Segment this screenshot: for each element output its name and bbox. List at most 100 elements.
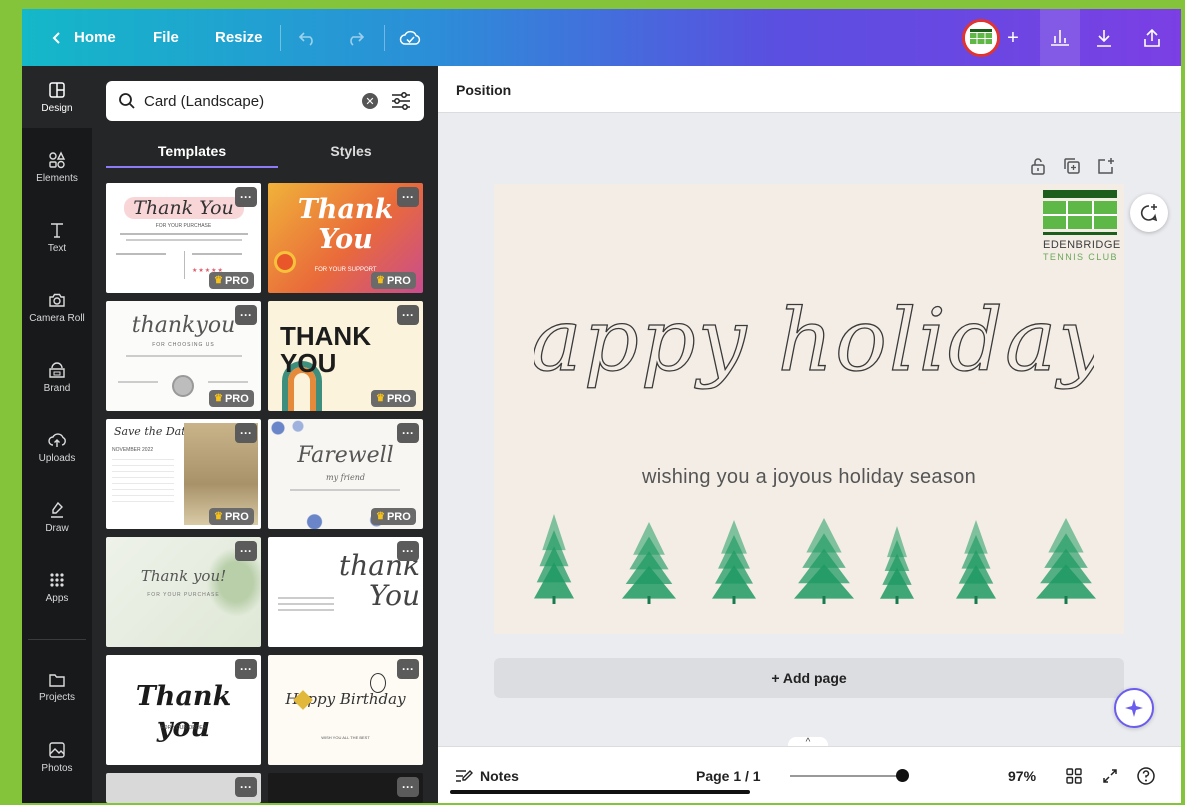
team-logo-icon — [965, 22, 997, 54]
add-page-button[interactable]: + Add page — [494, 658, 1124, 698]
card-message: wishing you a joyous holiday season — [641, 466, 977, 488]
pro-label: PRO — [386, 274, 411, 287]
clear-search-button[interactable]: ✕ — [362, 93, 378, 109]
rail-item-draw[interactable]: Draw — [22, 486, 92, 548]
position-button[interactable]: Position — [456, 66, 511, 113]
template-more-button[interactable]: ··· — [235, 423, 257, 443]
rail-item-text[interactable]: Text — [22, 206, 92, 268]
cloud-check-icon — [399, 30, 421, 45]
tree-icon — [794, 518, 854, 604]
template-more-button[interactable]: ··· — [235, 659, 257, 679]
template-more-button[interactable]: ··· — [235, 541, 257, 561]
tree-icon — [1036, 518, 1096, 604]
pro-badge: ♛ PRO — [371, 508, 416, 525]
lock-icon[interactable] — [1028, 156, 1048, 176]
undo-button[interactable] — [293, 23, 323, 53]
resize-button[interactable]: Resize — [215, 9, 263, 66]
search-input[interactable] — [144, 92, 354, 110]
template-subtitle: FOR YOUR PURCHASE — [155, 223, 212, 229]
crown-icon: ♛ — [214, 511, 223, 522]
tab-indicator — [106, 166, 278, 168]
rail-label: Photos — [41, 762, 73, 774]
shapes-icon — [49, 150, 66, 168]
download-button[interactable] — [1089, 23, 1119, 53]
add-page-icon[interactable] — [1096, 156, 1116, 176]
divider — [384, 25, 385, 51]
pro-label: PRO — [386, 510, 411, 523]
pro-badge: ♛ PRO — [209, 390, 254, 407]
rail-item-brand[interactable]: Brand — [22, 346, 92, 408]
filter-button[interactable] — [390, 91, 412, 111]
invite-button[interactable]: + — [998, 23, 1028, 53]
duplicate-icon[interactable] — [1062, 156, 1082, 176]
share-button[interactable] — [1137, 23, 1167, 53]
zoom-value[interactable]: 97% — [1008, 747, 1036, 803]
grid-view-button[interactable] — [1062, 764, 1086, 788]
calendar-grid — [112, 457, 174, 507]
comment-add-icon — [1140, 204, 1158, 222]
template-more-button[interactable]: ··· — [397, 423, 419, 443]
pro-badge: ♛ PRO — [371, 272, 416, 289]
template-title: Happy Birthday — [285, 690, 406, 708]
rail-item-photos[interactable]: Photos — [22, 726, 92, 788]
help-icon — [1137, 767, 1155, 785]
template-more-button[interactable]: ··· — [397, 187, 419, 207]
text-line — [278, 597, 334, 599]
template-more-button[interactable]: ··· — [397, 659, 419, 679]
pro-badge: ♛ PRO — [209, 508, 254, 525]
editor-frame: Home File Resize + Design Elements Text … — [22, 9, 1181, 803]
redo-icon — [350, 32, 365, 46]
apps-grid-icon — [50, 572, 64, 587]
notes-icon — [456, 769, 473, 782]
template-title: Thank you — [135, 681, 232, 743]
bar-chart-icon — [1051, 30, 1069, 46]
template-subtitle: FOR YOUR PURCHASE — [147, 592, 220, 598]
tab-styles[interactable]: Styles — [278, 134, 424, 168]
help-button[interactable] — [1134, 764, 1158, 788]
scroll-indicator[interactable] — [450, 790, 750, 794]
plus-icon: + — [1007, 26, 1019, 49]
tab-templates[interactable]: Templates — [106, 134, 278, 168]
comment-button[interactable] — [1130, 194, 1168, 232]
template-more-button[interactable]: ··· — [397, 777, 419, 797]
template-more-button[interactable]: ··· — [235, 187, 257, 207]
zoom-slider-thumb[interactable] — [896, 769, 909, 782]
pro-badge: ♛ PRO — [371, 390, 416, 407]
template-more-button[interactable]: ··· — [235, 305, 257, 325]
fullscreen-button[interactable] — [1098, 764, 1122, 788]
redo-button[interactable] — [340, 23, 370, 53]
crown-icon: ♛ — [376, 275, 385, 286]
magic-assistant-button[interactable] — [1114, 688, 1154, 728]
rail-item-uploads[interactable]: Uploads — [22, 416, 92, 478]
page-indicator[interactable]: Page 1 / 1 — [696, 747, 761, 803]
app-window: Home File Resize + Design Elements Text … — [0, 0, 1185, 805]
rail-item-design[interactable]: Design — [22, 66, 92, 128]
save-status-button[interactable] — [395, 23, 425, 53]
zoom-slider[interactable] — [790, 775, 902, 777]
insights-button[interactable] — [1040, 9, 1080, 66]
template-more-button[interactable]: ··· — [397, 305, 419, 325]
upload-cloud-icon — [48, 432, 66, 447]
home-button[interactable]: Home — [50, 9, 116, 66]
rail-item-camera-roll[interactable]: Camera Roll — [22, 276, 92, 338]
pro-label: PRO — [386, 392, 411, 405]
camera-icon — [49, 293, 65, 307]
divider — [280, 25, 281, 51]
rail-item-projects[interactable]: Projects — [22, 656, 92, 718]
avatar[interactable] — [962, 19, 1000, 57]
headline-text: happy holidays — [534, 291, 1094, 391]
notes-button[interactable]: Notes — [454, 747, 519, 803]
template-title: THANK YOU — [280, 321, 371, 378]
rail-label: Camera Roll — [29, 312, 85, 324]
template-more-button[interactable]: ··· — [235, 777, 257, 797]
rail-label: Projects — [38, 691, 76, 703]
crown-icon: ♛ — [214, 393, 223, 404]
file-menu[interactable]: File — [153, 9, 179, 66]
notes-label: Notes — [480, 767, 519, 784]
close-icon: ✕ — [365, 95, 375, 108]
template-subtitle: WISH YOU ALL THE BEST — [321, 735, 370, 740]
template-more-button[interactable]: ··· — [397, 541, 419, 561]
rail-item-elements[interactable]: Elements — [22, 136, 92, 198]
design-card[interactable]: EDENBRIDGE TENNIS CLUB happy holidays wi… — [494, 184, 1124, 634]
rail-item-apps[interactable]: Apps — [22, 556, 92, 618]
